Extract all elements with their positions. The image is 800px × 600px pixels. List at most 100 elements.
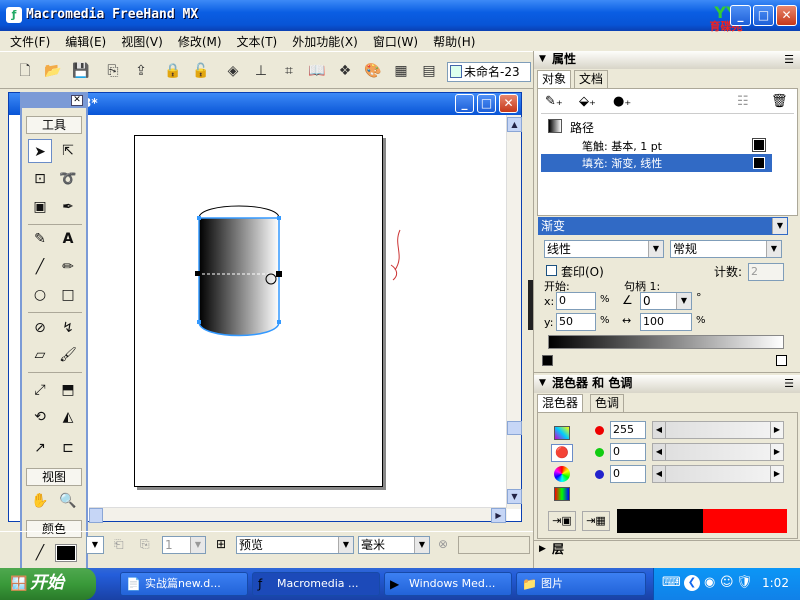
fill-row-selected[interactable]: 填充: 渐变, 线性 [541, 154, 772, 172]
scroll-up-button[interactable]: ▲ [507, 117, 522, 132]
qq-icon[interactable]: ☺ [720, 575, 734, 590]
pencil-tool-icon[interactable]: ✏ [56, 255, 80, 279]
subselect-tool-icon[interactable]: ⇱ [56, 139, 80, 163]
rectangle-tool-icon[interactable]: □ [56, 283, 80, 307]
trace-tool-icon[interactable]: ▣ [28, 195, 52, 219]
view-mode-select[interactable]: 预览 ▼ [236, 536, 354, 554]
prev-page-icon[interactable]: ⎗ [114, 537, 124, 552]
collapse-arrow-icon[interactable]: ▼ [539, 54, 546, 64]
task-freehand[interactable]: Macromedia ... [252, 572, 380, 596]
skew-tool-icon[interactable]: ⬒ [56, 378, 80, 402]
horizontal-scrollbar[interactable]: ▶ [89, 507, 507, 523]
stroke-swatch[interactable] [752, 138, 766, 152]
open-icon[interactable]: 📂 [42, 60, 64, 82]
task-media-player[interactable]: Windows Med... [384, 572, 512, 596]
line-tool-icon[interactable]: ╱ [28, 255, 52, 279]
duplicate-icon[interactable]: ☷ [737, 94, 749, 109]
pen-tool-icon[interactable]: ✎ [28, 227, 52, 251]
doc-close-button[interactable]: ✕ [499, 94, 518, 113]
x-field[interactable]: 0 [556, 292, 596, 310]
page-dropdown-arrow[interactable]: ▼ [86, 536, 104, 554]
brush-tool-icon[interactable]: 🖌 [56, 343, 80, 367]
tab-document[interactable]: 文档 [574, 70, 609, 88]
add-fill-icon[interactable]: ⬙₊ [579, 94, 596, 109]
scroll-down-button[interactable]: ▼ [507, 489, 522, 504]
add-to-swatches-icon[interactable]: ⇥▣ [548, 511, 576, 531]
keyboard-icon[interactable]: ⌨ [662, 575, 681, 590]
eyedropper-tool-icon[interactable]: ✒ [56, 195, 80, 219]
page-tool-icon[interactable]: ⊡ [28, 167, 52, 191]
doc-maximize-button[interactable]: □ [477, 94, 496, 113]
symbols-icon[interactable]: ❖ [334, 60, 356, 82]
knife-tool-icon[interactable]: ⊘ [28, 316, 52, 340]
maximize-button[interactable]: □ [753, 5, 774, 26]
menu-text[interactable]: 文本(T) [227, 31, 283, 50]
tab-tints[interactable]: 色调 [590, 394, 625, 412]
drawing-svg[interactable] [135, 136, 384, 488]
layers-expand-icon[interactable]: ▶ [539, 544, 546, 554]
tray-expand-icon[interactable]: ❮ [684, 575, 700, 591]
color-swatch-new[interactable] [703, 509, 787, 533]
gradient-kind-select[interactable]: 线性 ▼ [544, 240, 664, 258]
cancel-icon[interactable]: ⊗ [438, 537, 448, 551]
menu-view[interactable]: 视图(V) [111, 31, 168, 50]
link-tool-icon[interactable]: ↗ [28, 436, 52, 460]
text-tool-icon[interactable]: A [56, 227, 80, 251]
document-page[interactable] [134, 135, 383, 487]
fill-type-select[interactable]: 渐变 ▼ [538, 217, 788, 235]
add-stroke-icon[interactable]: ✎₊ [545, 94, 563, 109]
new-icon[interactable]: 🗋 [14, 60, 36, 82]
menu-file[interactable]: 文件(F) [0, 31, 55, 50]
red-slider[interactable]: ◀ ▶ [652, 421, 784, 439]
close-button[interactable]: ✕ [776, 5, 797, 26]
table-icon[interactable]: ▦ [390, 60, 412, 82]
width-field[interactable]: 100 [640, 313, 692, 331]
tools-panel-titlebar[interactable]: ✕ [22, 94, 86, 108]
minimize-button[interactable]: _ [730, 5, 751, 26]
mixer-collapse-icon[interactable]: ▼ [539, 378, 546, 388]
gradient-ramp[interactable] [548, 335, 784, 349]
blend-mode-select[interactable]: 常规 ▼ [670, 240, 782, 258]
group-icon[interactable]: ◈ [222, 60, 244, 82]
align-icon[interactable]: ⊥ [250, 60, 272, 82]
menu-help[interactable]: 帮助(H) [423, 31, 480, 50]
lasso-tool-icon[interactable]: ➰ [56, 167, 80, 191]
transform-icon[interactable]: ⌗ [278, 60, 300, 82]
next-page-icon[interactable]: ⎘ [140, 537, 150, 552]
tab-object[interactable]: 对象 [537, 70, 572, 88]
save-icon[interactable]: 💾 [70, 60, 92, 82]
delete-icon[interactable]: 🗑 [771, 94, 788, 109]
tools-close-icon[interactable]: ✕ [71, 95, 83, 106]
gradient-start-stop[interactable] [542, 355, 553, 366]
tab-mixer[interactable]: 混色器 [537, 394, 584, 412]
network-icon[interactable]: ◉ [704, 575, 715, 590]
hand-tool-icon[interactable]: ✋ [28, 489, 52, 513]
hls-mode-icon[interactable] [554, 466, 570, 482]
freehand-app-icon[interactable]: ƒ [6, 7, 22, 23]
layers-header[interactable]: 层 [534, 541, 800, 559]
color-palette-icon[interactable]: 🎨 [362, 60, 384, 82]
vertical-scrollbar[interactable]: ▲ ▼ [506, 115, 522, 509]
units-select[interactable]: 毫米 ▼ [358, 536, 430, 554]
menu-window[interactable]: 窗口(W) [363, 31, 423, 50]
connector-tool-icon[interactable]: ⊏ [56, 436, 80, 460]
book-icon[interactable]: 📖 [306, 60, 328, 82]
gradient-end-stop[interactable] [776, 355, 787, 366]
object-tree-stroke[interactable]: 笔触: 基本, 1 pt [582, 138, 662, 154]
freeform-tool-icon[interactable]: ↯ [56, 316, 80, 340]
pointer-tool-icon[interactable]: ➤ [28, 139, 52, 163]
scroll-thumb-h[interactable] [89, 508, 103, 523]
doc-minimize-button[interactable]: _ [455, 94, 474, 113]
properties-header[interactable]: 属性 [534, 51, 800, 69]
red-field[interactable]: 255 [610, 421, 646, 439]
add-effect-icon[interactable]: ●₊ [613, 94, 631, 109]
rgb-mode-icon[interactable]: 🔴 [551, 444, 573, 462]
ellipse-tool-icon[interactable]: ○ [28, 283, 52, 307]
angle-select[interactable]: 0 ▼ [640, 292, 692, 310]
blue-slider[interactable]: ◀ ▶ [652, 465, 784, 483]
y-field[interactable]: 50 [556, 313, 596, 331]
cmyk-mode-icon[interactable] [554, 426, 570, 440]
export-icon[interactable]: ⇪ [130, 60, 152, 82]
count-field[interactable]: 2 [748, 263, 784, 281]
menu-edit[interactable]: 编辑(E) [55, 31, 111, 50]
